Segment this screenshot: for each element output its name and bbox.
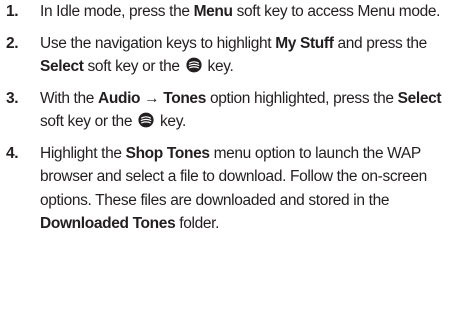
- step-text-segment: Use the navigation keys to highlight: [40, 34, 276, 52]
- step-text-segment: key.: [156, 113, 186, 130]
- downloaded-tones-label: Downloaded Tones: [40, 215, 176, 232]
- numbered-steps-list: 1. In Idle mode, press the Menu soft key…: [0, 0, 468, 236]
- audio-tones-path: Audio → Tones: [98, 89, 206, 107]
- step-text-segment: Highlight the: [40, 144, 126, 162]
- center-select-key-icon: [185, 57, 202, 73]
- step-text-segment: In Idle mode, press the: [40, 3, 194, 20]
- step-text-segment: soft key or the: [83, 58, 184, 75]
- menu-key-label: Menu: [193, 3, 233, 20]
- step-number: 2.: [6, 34, 19, 52]
- step-number: 3.: [6, 89, 19, 107]
- step-text: Use the navigation keys to highlight My …: [40, 32, 458, 79]
- step-2: 2. Use the navigation keys to highlight …: [0, 32, 468, 79]
- step-3: 3. With the Audio → Tones option highlig…: [0, 87, 468, 134]
- select-key-label: Select: [40, 58, 84, 75]
- step-text-segment: soft key to access Menu mode.: [232, 3, 441, 20]
- shop-tones-label: Shop Tones: [125, 144, 210, 162]
- center-select-key-icon: [138, 112, 154, 128]
- step-text: Highlight the Shop Tones menu option to …: [40, 142, 458, 236]
- step-text-segment: With the: [40, 89, 99, 107]
- step-number: 4.: [6, 144, 19, 162]
- step-text: In Idle mode, press the Menu soft key to…: [40, 0, 458, 24]
- step-text-segment: key.: [203, 58, 234, 75]
- step-1: 1. In Idle mode, press the Menu soft key…: [0, 0, 468, 24]
- my-stuff-label: My Stuff: [275, 34, 334, 52]
- step-text-segment: soft key or the: [40, 113, 137, 130]
- step-text-segment: and press the: [333, 34, 428, 52]
- select-key-label: Select: [397, 89, 442, 107]
- step-number: 1.: [6, 3, 19, 20]
- step-text: With the Audio → Tones option highlighte…: [40, 87, 458, 134]
- step-text-segment: folder.: [175, 215, 220, 232]
- step-4: 4. Highlight the Shop Tones menu option …: [0, 142, 468, 236]
- instruction-document: 1. In Idle mode, press the Menu soft key…: [0, 0, 468, 314]
- step-text-segment: option highlighted, press the: [205, 89, 398, 107]
